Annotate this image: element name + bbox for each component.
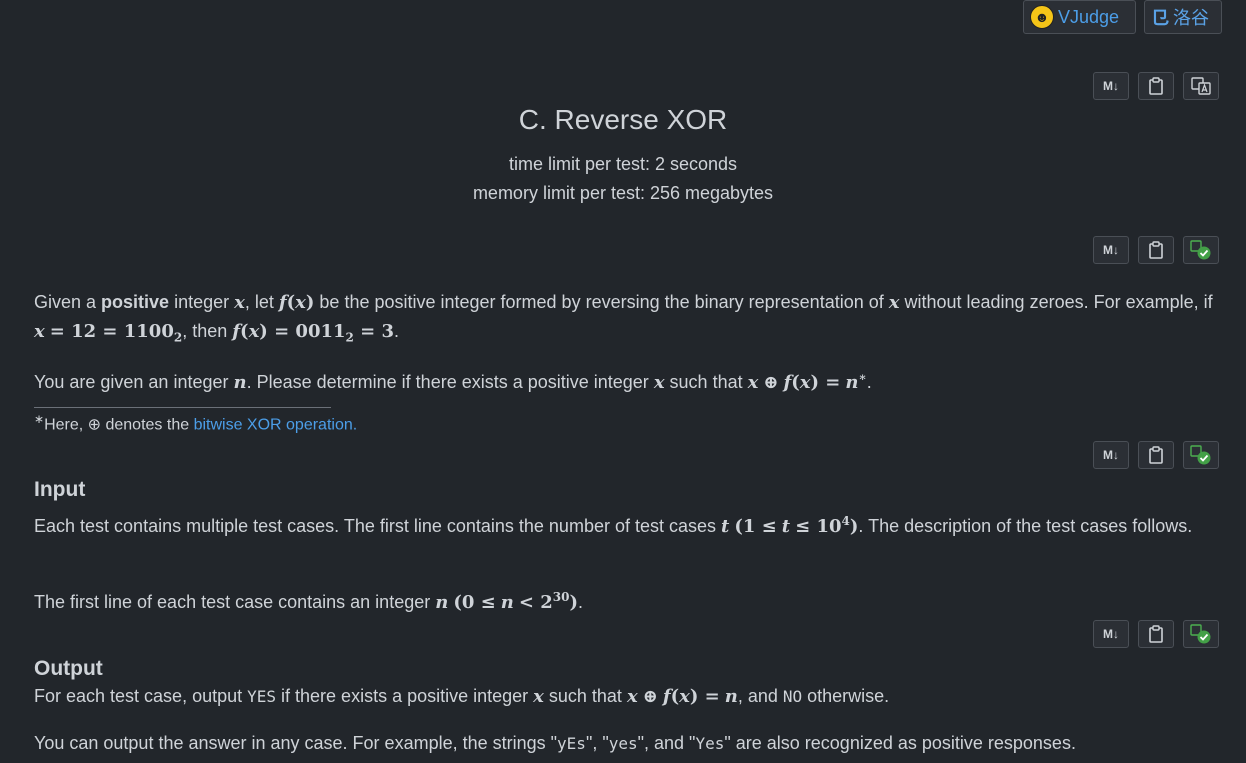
- bitwise-xor-link[interactable]: bitwise XOR operation.: [194, 416, 358, 433]
- clipboard-icon: [1149, 625, 1163, 643]
- statement-toolbar: M↓: [1093, 236, 1219, 264]
- problem-page: ☻ VJudge ⺋ 洛谷 M↓ C. Reverse XOR time lim…: [0, 0, 1246, 763]
- translate-icon: [1191, 77, 1211, 95]
- clipboard-icon: [1149, 446, 1163, 464]
- output-toolbar: M↓: [1093, 620, 1219, 648]
- input-heading: Input: [34, 478, 86, 501]
- copy-button[interactable]: [1138, 441, 1174, 469]
- statement-paragraph-1: Given a positive integer x, let f(x) be …: [34, 292, 1213, 345]
- markdown-button[interactable]: M↓: [1093, 236, 1129, 264]
- sunglasses-smiley-icon: ☻: [1030, 5, 1054, 29]
- translate-check-icon: [1190, 240, 1211, 260]
- luogu-label: 洛谷: [1173, 8, 1209, 28]
- vjudge-label: VJudge: [1058, 6, 1120, 27]
- output-heading: Output: [34, 657, 103, 680]
- markdown-button[interactable]: M↓: [1093, 441, 1129, 469]
- translated-button[interactable]: [1183, 236, 1219, 264]
- clipboard-icon: [1149, 241, 1163, 259]
- copy-button[interactable]: [1138, 620, 1174, 648]
- problem-title: C. Reverse XOR: [518, 104, 728, 135]
- copy-button[interactable]: [1138, 72, 1174, 100]
- vjudge-button[interactable]: ☻ VJudge: [1023, 0, 1136, 34]
- luogu-logo-icon: ⺋: [1151, 8, 1169, 28]
- translated-button[interactable]: [1183, 441, 1219, 469]
- output-paragraph-1: For each test case, output YES if there …: [34, 686, 890, 707]
- markdown-button[interactable]: M↓: [1093, 72, 1129, 100]
- input-paragraph-2: The first line of each test case contain…: [34, 590, 583, 613]
- time-limit: time limit per test: 2 seconds: [508, 154, 738, 174]
- header-toolbar: M↓: [1093, 72, 1219, 100]
- translate-check-icon: [1190, 445, 1211, 465]
- memory-limit: memory limit per test: 256 megabytes: [472, 183, 774, 203]
- statement-paragraph-2: You are given an integer n. Please deter…: [34, 370, 872, 393]
- copy-button[interactable]: [1138, 236, 1174, 264]
- translate-button[interactable]: [1183, 72, 1219, 100]
- luogu-button[interactable]: ⺋ 洛谷: [1144, 0, 1222, 34]
- input-toolbar: M↓: [1093, 441, 1219, 469]
- markdown-button[interactable]: M↓: [1093, 620, 1129, 648]
- output-paragraph-2: You can output the answer in any case. F…: [34, 733, 1076, 753]
- clipboard-icon: [1149, 77, 1163, 95]
- translated-button[interactable]: [1183, 620, 1219, 648]
- footnote: ∗Here, ⊕ denotes the bitwise XOR operati…: [34, 412, 358, 434]
- footnote-divider: [34, 407, 331, 408]
- input-paragraph-1: Each test contains multiple test cases. …: [34, 514, 1193, 537]
- translate-check-icon: [1190, 624, 1211, 644]
